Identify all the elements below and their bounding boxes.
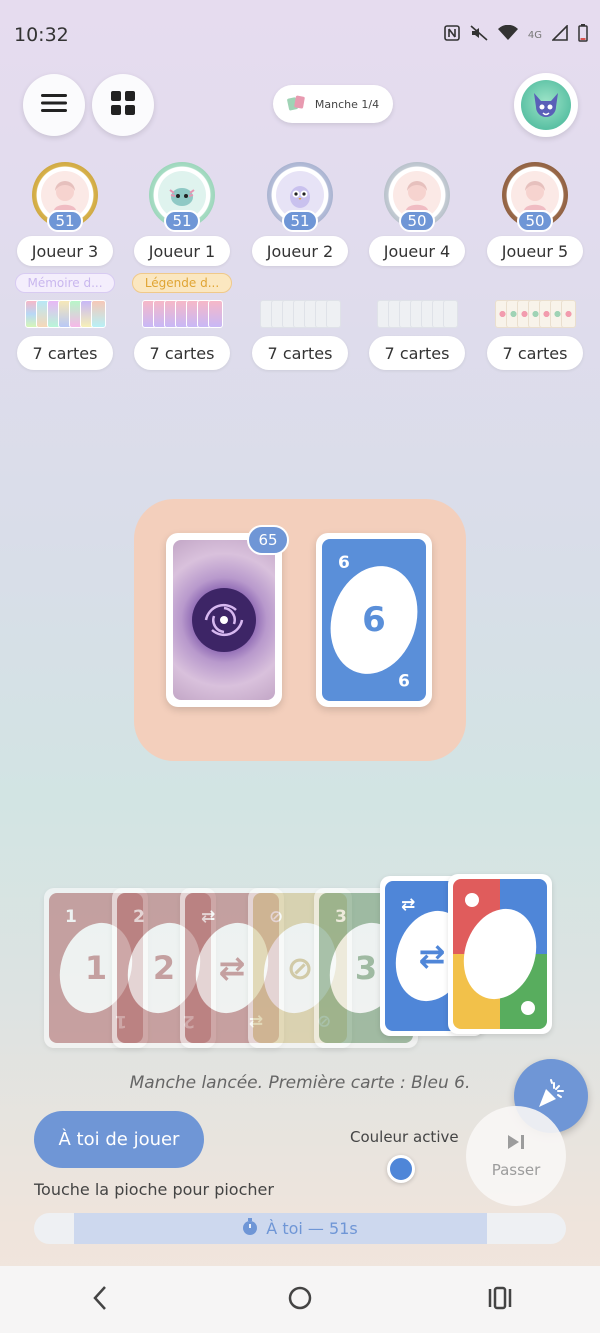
player-card-count: 7 cartes xyxy=(17,336,113,370)
wild-corner-dot xyxy=(521,1001,535,1015)
mini-card xyxy=(325,300,341,328)
player-hand-preview xyxy=(250,300,350,330)
card-corner-top: 1 xyxy=(65,907,77,927)
turn-timer: À toi — 51s xyxy=(34,1213,566,1244)
player-card-count: 7 cartes xyxy=(369,336,465,370)
player-avatar-frame: 51 xyxy=(149,162,215,232)
player-hand-preview xyxy=(367,300,467,330)
player-score: 51 xyxy=(47,210,83,232)
skip-next-icon xyxy=(506,1133,526,1155)
status-time: 10:32 xyxy=(14,24,69,46)
pass-button[interactable]: Passer xyxy=(466,1106,566,1206)
player-card-count: 7 cartes xyxy=(252,336,348,370)
mini-card xyxy=(560,300,576,328)
card-corner-bottom: 9 xyxy=(398,669,410,689)
nfc-icon xyxy=(444,25,460,45)
status-bar: 10:32 4G xyxy=(0,0,600,70)
grid-icon xyxy=(110,90,136,120)
player-hand-preview xyxy=(132,300,232,330)
wifi-icon xyxy=(497,24,518,45)
deck-count-badge: 65 xyxy=(247,525,289,555)
recents-button[interactable] xyxy=(460,1275,540,1325)
player-card: 50 Joueur 5 7 cartes xyxy=(485,162,585,370)
home-icon xyxy=(287,1285,313,1315)
player-score: 50 xyxy=(517,210,553,232)
player-score: 51 xyxy=(164,210,200,232)
stopwatch-icon xyxy=(242,1217,258,1240)
player-hand-preview xyxy=(485,300,585,330)
player-card-count: 7 cartes xyxy=(487,336,583,370)
timer-label: À toi — 51s xyxy=(266,1219,358,1238)
status-icons: 4G xyxy=(444,24,588,46)
player-card-count: 7 cartes xyxy=(134,336,230,370)
your-turn-button[interactable]: À toi de jouer xyxy=(34,1111,204,1168)
grid-button[interactable] xyxy=(92,74,154,136)
player-card: 51 Joueur 3 Mémoire d... 7 cartes xyxy=(15,162,115,370)
galaxy-card-back xyxy=(173,540,275,700)
mini-card xyxy=(442,300,458,328)
player-name: Joueur 1 xyxy=(134,236,230,266)
pass-label: Passer xyxy=(491,1161,541,1179)
card-oval xyxy=(453,899,547,1009)
player-name: Joueur 4 xyxy=(369,236,465,266)
player-title: Mémoire d... xyxy=(15,273,115,293)
wild-corner-dot xyxy=(465,893,479,907)
system-nav-bar xyxy=(0,1266,600,1333)
battery-icon xyxy=(578,24,588,46)
mute-icon xyxy=(470,25,488,45)
recents-icon xyxy=(487,1286,513,1314)
active-color-label: Couleur active xyxy=(350,1128,459,1146)
menu-button[interactable] xyxy=(23,74,85,136)
wild-card[interactable] xyxy=(448,874,552,1034)
player-avatar-frame: 50 xyxy=(384,162,450,232)
player-card: 50 Joueur 4 7 cartes xyxy=(367,162,467,370)
card-value: 6 xyxy=(362,600,386,640)
card-face xyxy=(453,879,547,1029)
round-label: Manche 1/4 xyxy=(314,97,380,111)
announcement-text: Manche lancée. Première carte : Bleu 6. xyxy=(129,1073,471,1093)
card-corner-top: ⊘ xyxy=(269,907,284,927)
player-card: 51 Joueur 2 7 cartes xyxy=(250,162,350,370)
card-corner-top: ⇄ xyxy=(201,907,216,927)
network-label: 4G xyxy=(527,29,542,41)
timer-text-row: À toi — 51s xyxy=(34,1213,566,1244)
player-avatar-frame: 50 xyxy=(502,162,568,232)
home-button[interactable] xyxy=(260,1275,340,1325)
player-avatar-frame: 51 xyxy=(32,162,98,232)
player-name: Joueur 2 xyxy=(252,236,348,266)
fox-avatar-icon xyxy=(521,80,571,130)
discard-pile: 6 6 9 xyxy=(316,533,432,707)
player-title: Légende d... xyxy=(132,273,232,293)
mini-card xyxy=(90,300,106,328)
round-indicator: Manche 1/4 xyxy=(273,85,393,123)
card-corner-top: 3 xyxy=(335,907,347,927)
active-color-dot xyxy=(387,1155,415,1183)
player-name: Joueur 3 xyxy=(17,236,113,266)
mini-card xyxy=(207,300,223,328)
top-card: 6 6 9 xyxy=(322,539,426,701)
player-avatar-frame: 51 xyxy=(267,162,333,232)
hamburger-icon xyxy=(41,93,67,117)
party-popper-icon xyxy=(534,1077,568,1115)
signal-icon xyxy=(551,24,568,45)
player-score: 50 xyxy=(399,210,435,232)
player-card: 51 Joueur 1 Légende d... 7 cartes xyxy=(132,162,232,370)
player-name: Joueur 5 xyxy=(487,236,583,266)
cards-icon xyxy=(287,95,307,114)
card-corner-top: 2 xyxy=(133,907,145,927)
draw-pile[interactable] xyxy=(166,533,282,707)
card-corner-top: 6 xyxy=(338,553,350,573)
player-score: 51 xyxy=(282,210,318,232)
player-hand-preview xyxy=(15,300,115,330)
back-button[interactable] xyxy=(60,1275,140,1325)
draw-hint: Touche la pioche pour piocher xyxy=(34,1180,274,1199)
profile-avatar-button[interactable] xyxy=(514,73,578,137)
card-corner-top: ⇄ xyxy=(401,895,416,915)
back-icon xyxy=(92,1285,108,1315)
